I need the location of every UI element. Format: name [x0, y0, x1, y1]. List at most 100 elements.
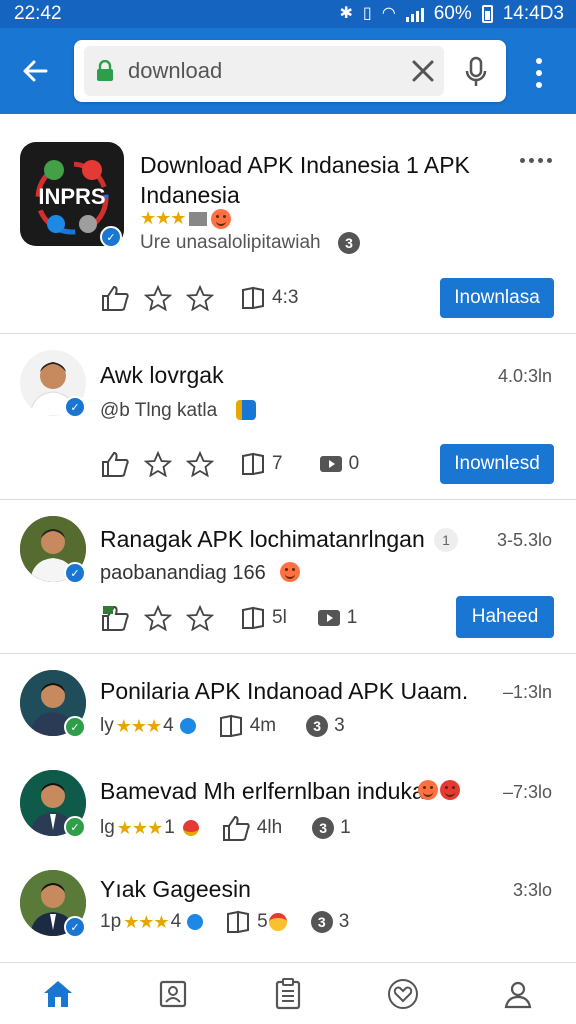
- nav-profile[interactable]: [498, 974, 538, 1014]
- verified-badge: ✓: [64, 396, 86, 418]
- sub-prefix: lg: [100, 817, 115, 838]
- book-count: 5l: [272, 607, 287, 628]
- item-time: 3-5.3lo: [496, 530, 552, 550]
- wifi-icon: ◠: [381, 5, 396, 22]
- book-count: 5: [257, 911, 268, 932]
- item-time: –7:3lo: [502, 782, 552, 802]
- rating-number: 1: [164, 817, 175, 838]
- item-time: 3:3lo: [512, 880, 552, 900]
- app-icon-text: INPRS: [38, 184, 106, 209]
- download-button[interactable]: Inownlasa: [440, 278, 554, 318]
- video-icon[interactable]: 0: [319, 453, 360, 475]
- item-title[interactable]: Bamevad Mh erlfernlban induka: [100, 778, 425, 805]
- comment-icon[interactable]: 3 3: [306, 715, 345, 737]
- more-vert-icon[interactable]: [530, 58, 548, 88]
- home-icon: [43, 980, 72, 1007]
- like-count: 4lh: [256, 817, 283, 838]
- item-title-line2[interactable]: Indanesia: [140, 182, 240, 209]
- rating-stars: ★★★: [123, 911, 169, 932]
- emoji-icon: [268, 913, 287, 931]
- video-count: 1: [346, 607, 358, 628]
- flag-icon: [236, 400, 256, 420]
- book-icon[interactable]: 4:3: [240, 286, 298, 310]
- nav-home[interactable]: [38, 974, 78, 1014]
- item-title[interactable]: Awk lovrgak: [100, 362, 224, 389]
- item-title[interactable]: Ponilaria APK Indanoad APK Uaam.: [100, 678, 468, 705]
- thumb-up-icon[interactable]: [100, 450, 130, 478]
- comment-count: 3: [334, 715, 345, 736]
- person-icon: [505, 981, 532, 1008]
- verified-badge: ✓: [64, 562, 86, 584]
- item-title[interactable]: Download APK Indanesia 1 APK: [140, 152, 470, 179]
- rating-number: 4: [163, 715, 174, 736]
- app-bar: [0, 28, 576, 114]
- more-horiz-icon[interactable]: [520, 158, 552, 168]
- thumb-up-icon[interactable]: [100, 604, 130, 632]
- status-bar: 22:42 ✱ ▯ ◠ 60% 14:4D3: [0, 0, 576, 28]
- verified-badge: ✓: [64, 716, 86, 738]
- bluetooth-icon: ✱: [339, 5, 353, 22]
- star-icon[interactable]: [144, 451, 172, 477]
- emoji-icon: [280, 562, 300, 582]
- download-button[interactable]: Inownlesd: [440, 444, 554, 484]
- book-icon[interactable]: 4m: [218, 714, 276, 738]
- star-icon[interactable]: [186, 285, 214, 311]
- star-icon[interactable]: [186, 451, 214, 477]
- battery-icon: [481, 5, 493, 23]
- book-icon[interactable]: 5: [225, 910, 287, 934]
- signal-icon: [405, 6, 424, 22]
- book-icon[interactable]: 5l: [240, 606, 287, 630]
- list-item: ✓ Yıak Gageesin 3:3lo 1p ★★★ 4 5 3 3: [0, 862, 576, 962]
- close-icon[interactable]: [410, 58, 436, 84]
- star-icon[interactable]: [144, 285, 172, 311]
- comment-count: 1: [340, 817, 351, 838]
- back-button[interactable]: [18, 54, 52, 88]
- nav-clipboard[interactable]: [268, 974, 308, 1014]
- verified-badge: ✓: [64, 916, 86, 938]
- thumb-up-icon[interactable]: 4lh: [221, 814, 282, 842]
- book-icon[interactable]: 7: [240, 452, 283, 476]
- subtitle-badge: 3: [338, 232, 360, 254]
- book-count: 4m: [249, 715, 277, 736]
- video-icon[interactable]: 1: [317, 607, 358, 629]
- nav-contacts[interactable]: [153, 974, 193, 1014]
- rating-stars: ★★★: [140, 208, 186, 228]
- download-button[interactable]: Haheed: [456, 596, 554, 638]
- star-icon[interactable]: [144, 605, 172, 631]
- verified-badge: ✓: [64, 816, 86, 838]
- emoji-icon: [418, 780, 438, 800]
- nav-favorites[interactable]: [383, 974, 423, 1014]
- search-input[interactable]: [128, 54, 398, 88]
- back-arrow-icon: [23, 60, 48, 82]
- comment-icon[interactable]: 3 3: [310, 911, 350, 933]
- search-box: [74, 40, 506, 102]
- video-count: 0: [348, 453, 360, 474]
- item-time: 4.0:3ln: [497, 366, 552, 386]
- list-item: ✓ Bamevad Mh erlfernlban induka –7:3lo l…: [0, 758, 576, 862]
- vibrate-icon: ▯: [362, 5, 372, 22]
- book-count: 7: [272, 453, 283, 474]
- rating-stars: ★★★: [116, 817, 163, 838]
- list-item: INPRS ✓ Download APK Indanesia 1 APK Ind…: [0, 114, 576, 334]
- sub-prefix: 1p: [100, 911, 122, 932]
- status-time: 22:42: [14, 3, 62, 24]
- item-subtitle: paobanandiag 166: [100, 562, 266, 584]
- list-item: ✓ Awk lovrgak 4.0:3ln @b Tlng katla 7 0: [0, 334, 576, 500]
- star-icon[interactable]: [186, 605, 214, 631]
- comment-count: 3: [338, 911, 350, 932]
- comment-icon[interactable]: 3 1: [312, 817, 351, 839]
- thumb-up-icon[interactable]: [100, 284, 130, 312]
- mic-icon[interactable]: [464, 56, 488, 88]
- item-subtitle: @b Tlng katla: [100, 400, 218, 421]
- gift-icon: [182, 820, 199, 836]
- list-item: ✓ Ranagak APK lochimatanrlngan 1 3-5.3lo…: [0, 500, 576, 654]
- item-title[interactable]: Ranagak APK lochimatanrlngan: [100, 526, 425, 553]
- heart-icon: [388, 978, 419, 1009]
- info-icon: [187, 914, 204, 930]
- item-title[interactable]: Yıak Gageesin: [100, 876, 251, 903]
- clipboard-icon: [275, 977, 301, 1009]
- sub-prefix: ly: [100, 715, 114, 736]
- rating-stars: ★★★: [115, 715, 162, 736]
- status-clock-right: 14:4D3: [502, 3, 564, 24]
- verified-badge: ✓: [100, 226, 122, 248]
